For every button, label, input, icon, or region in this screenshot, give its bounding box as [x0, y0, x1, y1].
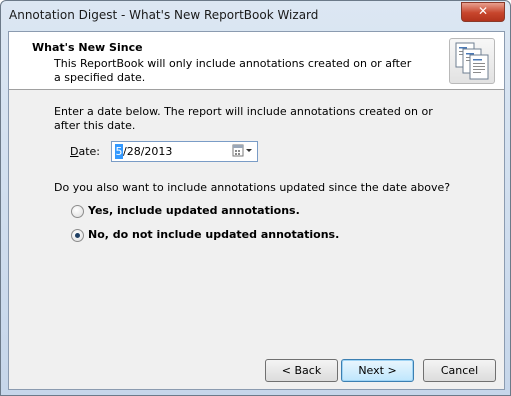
close-button[interactable]: ✕ [461, 2, 505, 22]
reportbook-pages-icon [449, 38, 495, 84]
radio-no-include-updated[interactable]: No, do not include updated annotations. [71, 228, 339, 244]
wizard-window: Annotation Digest - What's New ReportBoo… [0, 0, 511, 396]
radio-yes-include-updated[interactable]: Yes, include updated annotations. [71, 204, 300, 220]
back-button[interactable]: < Back [265, 359, 338, 382]
include-updated-question: Do you also want to include annotations … [54, 181, 451, 194]
radio-yes-label[interactable]: Yes, include updated annotations. [88, 204, 300, 218]
page-description: This ReportBook will only include annota… [54, 57, 412, 84]
date-picker[interactable]: 5 /28/2013 [111, 141, 258, 162]
radio-no-label[interactable]: No, do not include updated annotations. [88, 228, 339, 242]
date-label-text: ate: [78, 145, 101, 158]
date-label: Date: [70, 145, 100, 158]
calendar-dropdown-icon[interactable] [231, 143, 255, 159]
wizard-page: What's New Since This ReportBook will on… [8, 31, 505, 390]
date-value-text: /28/2013 [123, 145, 173, 158]
cancel-button[interactable]: Cancel [423, 359, 496, 382]
wizard-header: What's New Since This ReportBook will on… [9, 32, 504, 90]
title-bar[interactable]: Annotation Digest - What's New ReportBoo… [1, 1, 510, 31]
page-title: What's New Since [32, 41, 143, 54]
date-instructions: Enter a date below. The report will incl… [54, 105, 433, 132]
radio-checked-icon[interactable] [71, 229, 84, 242]
next-button[interactable]: Next > [341, 359, 414, 382]
date-month-segment[interactable]: 5 [115, 144, 123, 159]
radio-unchecked-icon[interactable] [71, 205, 84, 218]
window-title: Annotation Digest - What's New ReportBoo… [9, 8, 319, 22]
